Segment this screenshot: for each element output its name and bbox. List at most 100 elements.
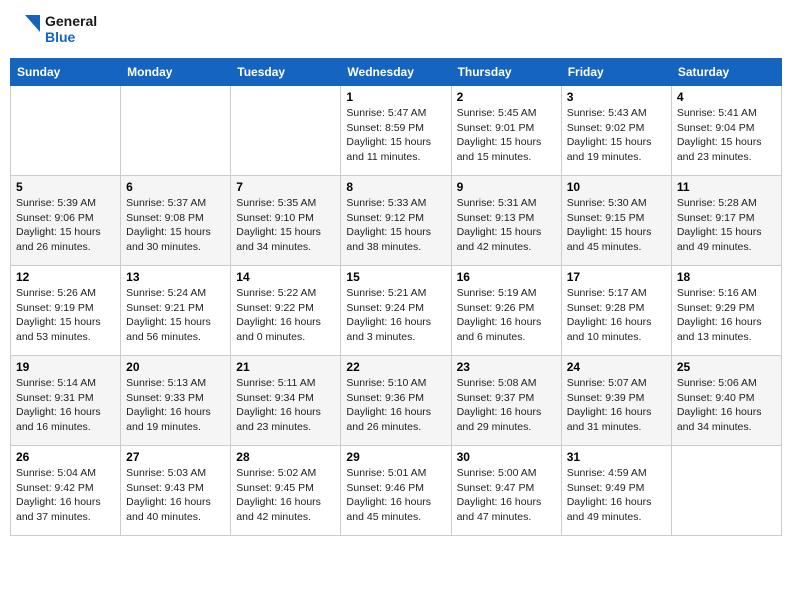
day-number: 7 bbox=[236, 180, 335, 194]
calendar-cell: 24Sunrise: 5:07 AM Sunset: 9:39 PM Dayli… bbox=[561, 356, 671, 446]
calendar-week-1: 1 Sunrise: 5:47 AM Sunset: 8:59 PM Daylig… bbox=[11, 86, 782, 176]
weekday-wednesday: Wednesday bbox=[341, 59, 451, 86]
day-number: 19 bbox=[16, 360, 115, 374]
calendar-cell: 4 Sunrise: 5:41 AM Sunset: 9:04 PM Daylig… bbox=[671, 86, 781, 176]
day-info: Sunrise: 5:28 AM Sunset: 9:17 PM Dayligh… bbox=[677, 196, 776, 255]
day-number: 18 bbox=[677, 270, 776, 284]
day-number: 4 bbox=[677, 90, 776, 104]
calendar-week-3: 12Sunrise: 5:26 AM Sunset: 9:19 PM Dayli… bbox=[11, 266, 782, 356]
calendar-cell: 21 Sunrise: 5:11 AM Sunset: 9:34 PM Dayli… bbox=[231, 356, 341, 446]
day-number: 15 bbox=[346, 270, 445, 284]
day-info: Sunrise: 5:17 AM Sunset: 9:28 PM Dayligh… bbox=[567, 286, 666, 345]
day-info: Sunrise: 5:11 AM Sunset: 9:34 PM Dayligh… bbox=[236, 376, 335, 435]
day-info: Sunrise: 5:37 AM Sunset: 9:08 PM Dayligh… bbox=[126, 196, 225, 255]
day-info: Sunrise: 5:10 AM Sunset: 9:36 PM Dayligh… bbox=[346, 376, 445, 435]
day-info: Sunrise: 5:39 AM Sunset: 9:06 PM Dayligh… bbox=[16, 196, 115, 255]
calendar-cell bbox=[231, 86, 341, 176]
calendar-cell: 18 Sunrise: 5:16 AM Sunset: 9:29 PM Dayli… bbox=[671, 266, 781, 356]
day-number: 2 bbox=[457, 90, 556, 104]
weekday-tuesday: Tuesday bbox=[231, 59, 341, 86]
calendar-cell: 16 Sunrise: 5:19 AM Sunset: 9:26 PM Dayli… bbox=[451, 266, 561, 356]
day-info: Sunrise: 5:35 AM Sunset: 9:10 PM Dayligh… bbox=[236, 196, 335, 255]
day-number: 29 bbox=[346, 450, 445, 464]
day-number: 31 bbox=[567, 450, 666, 464]
day-info: Sunrise: 5:24 AM Sunset: 9:21 PM Dayligh… bbox=[126, 286, 225, 345]
day-info: Sunrise: 5:02 AM Sunset: 9:45 PM Dayligh… bbox=[236, 466, 335, 525]
weekday-header-row: SundayMondayTuesdayWednesdayThursdayFrid… bbox=[11, 59, 782, 86]
day-info: Sunrise: 5:00 AM Sunset: 9:47 PM Dayligh… bbox=[457, 466, 556, 525]
day-number: 21 bbox=[236, 360, 335, 374]
day-info: Sunrise: 4:59 AM Sunset: 9:49 PM Dayligh… bbox=[567, 466, 666, 525]
calendar-cell bbox=[671, 446, 781, 536]
day-number: 16 bbox=[457, 270, 556, 284]
day-info: Sunrise: 5:16 AM Sunset: 9:29 PM Dayligh… bbox=[677, 286, 776, 345]
day-info: Sunrise: 5:19 AM Sunset: 9:26 PM Dayligh… bbox=[457, 286, 556, 345]
calendar-week-2: 5 Sunrise: 5:39 AM Sunset: 9:06 PM Daylig… bbox=[11, 176, 782, 266]
day-number: 25 bbox=[677, 360, 776, 374]
weekday-monday: Monday bbox=[121, 59, 231, 86]
calendar-cell: 25 Sunrise: 5:06 AM Sunset: 9:40 PM Dayli… bbox=[671, 356, 781, 446]
calendar-cell: 5 Sunrise: 5:39 AM Sunset: 9:06 PM Daylig… bbox=[11, 176, 121, 266]
day-info: Sunrise: 5:04 AM Sunset: 9:42 PM Dayligh… bbox=[16, 466, 115, 525]
calendar-cell: 10Sunrise: 5:30 AM Sunset: 9:15 PM Dayli… bbox=[561, 176, 671, 266]
day-info: Sunrise: 5:08 AM Sunset: 9:37 PM Dayligh… bbox=[457, 376, 556, 435]
calendar-cell: 2 Sunrise: 5:45 AM Sunset: 9:01 PM Daylig… bbox=[451, 86, 561, 176]
day-number: 1 bbox=[346, 90, 445, 104]
day-number: 14 bbox=[236, 270, 335, 284]
day-number: 3 bbox=[567, 90, 666, 104]
calendar-cell: 15 Sunrise: 5:21 AM Sunset: 9:24 PM Dayli… bbox=[341, 266, 451, 356]
day-info: Sunrise: 5:01 AM Sunset: 9:46 PM Dayligh… bbox=[346, 466, 445, 525]
svg-text:Blue: Blue bbox=[45, 29, 76, 45]
day-info: Sunrise: 5:22 AM Sunset: 9:22 PM Dayligh… bbox=[236, 286, 335, 345]
calendar-cell: 26 Sunrise: 5:04 AM Sunset: 9:42 PM Dayli… bbox=[11, 446, 121, 536]
calendar-cell: 23Sunrise: 5:08 AM Sunset: 9:37 PM Dayli… bbox=[451, 356, 561, 446]
calendar-cell: 13 Sunrise: 5:24 AM Sunset: 9:21 PM Dayli… bbox=[121, 266, 231, 356]
day-info: Sunrise: 5:06 AM Sunset: 9:40 PM Dayligh… bbox=[677, 376, 776, 435]
page-header: GeneralBlue bbox=[10, 10, 782, 48]
day-info: Sunrise: 5:26 AM Sunset: 9:19 PM Dayligh… bbox=[16, 286, 115, 345]
day-info: Sunrise: 5:47 AM Sunset: 8:59 PM Dayligh… bbox=[346, 106, 445, 165]
day-info: Sunrise: 5:33 AM Sunset: 9:12 PM Dayligh… bbox=[346, 196, 445, 255]
calendar-cell: 17 Sunrise: 5:17 AM Sunset: 9:28 PM Dayli… bbox=[561, 266, 671, 356]
day-info: Sunrise: 5:31 AM Sunset: 9:13 PM Dayligh… bbox=[457, 196, 556, 255]
calendar-cell: 14 Sunrise: 5:22 AM Sunset: 9:22 PM Dayli… bbox=[231, 266, 341, 356]
day-number: 30 bbox=[457, 450, 556, 464]
day-info: Sunrise: 5:07 AM Sunset: 9:39 PM Dayligh… bbox=[567, 376, 666, 435]
calendar-cell: 3 Sunrise: 5:43 AM Sunset: 9:02 PM Daylig… bbox=[561, 86, 671, 176]
day-number: 6 bbox=[126, 180, 225, 194]
calendar-cell: 29 Sunrise: 5:01 AM Sunset: 9:46 PM Dayli… bbox=[341, 446, 451, 536]
logo: GeneralBlue bbox=[15, 10, 105, 48]
day-info: Sunrise: 5:41 AM Sunset: 9:04 PM Dayligh… bbox=[677, 106, 776, 165]
day-number: 27 bbox=[126, 450, 225, 464]
day-number: 11 bbox=[677, 180, 776, 194]
calendar-cell bbox=[11, 86, 121, 176]
calendar-week-5: 26 Sunrise: 5:04 AM Sunset: 9:42 PM Dayli… bbox=[11, 446, 782, 536]
day-number: 20 bbox=[126, 360, 225, 374]
day-info: Sunrise: 5:45 AM Sunset: 9:01 PM Dayligh… bbox=[457, 106, 556, 165]
weekday-sunday: Sunday bbox=[11, 59, 121, 86]
calendar-cell: 9 Sunrise: 5:31 AM Sunset: 9:13 PM Daylig… bbox=[451, 176, 561, 266]
day-info: Sunrise: 5:14 AM Sunset: 9:31 PM Dayligh… bbox=[16, 376, 115, 435]
logo-svg: GeneralBlue bbox=[15, 10, 105, 48]
calendar-cell: 19 Sunrise: 5:14 AM Sunset: 9:31 PM Dayli… bbox=[11, 356, 121, 446]
day-info: Sunrise: 5:43 AM Sunset: 9:02 PM Dayligh… bbox=[567, 106, 666, 165]
weekday-thursday: Thursday bbox=[451, 59, 561, 86]
day-info: Sunrise: 5:03 AM Sunset: 9:43 PM Dayligh… bbox=[126, 466, 225, 525]
day-number: 17 bbox=[567, 270, 666, 284]
day-number: 5 bbox=[16, 180, 115, 194]
weekday-friday: Friday bbox=[561, 59, 671, 86]
calendar-cell: 6 Sunrise: 5:37 AM Sunset: 9:08 PM Daylig… bbox=[121, 176, 231, 266]
day-number: 22 bbox=[346, 360, 445, 374]
calendar-week-4: 19 Sunrise: 5:14 AM Sunset: 9:31 PM Dayli… bbox=[11, 356, 782, 446]
day-number: 13 bbox=[126, 270, 225, 284]
day-number: 10 bbox=[567, 180, 666, 194]
calendar-cell: 22 Sunrise: 5:10 AM Sunset: 9:36 PM Dayli… bbox=[341, 356, 451, 446]
day-number: 9 bbox=[457, 180, 556, 194]
calendar-table: SundayMondayTuesdayWednesdayThursdayFrid… bbox=[10, 58, 782, 536]
calendar-cell: 31 Sunrise: 4:59 AM Sunset: 9:49 PM Dayli… bbox=[561, 446, 671, 536]
calendar-cell bbox=[121, 86, 231, 176]
day-number: 26 bbox=[16, 450, 115, 464]
day-info: Sunrise: 5:21 AM Sunset: 9:24 PM Dayligh… bbox=[346, 286, 445, 345]
calendar-cell: 27 Sunrise: 5:03 AM Sunset: 9:43 PM Dayli… bbox=[121, 446, 231, 536]
calendar-cell: 8Sunrise: 5:33 AM Sunset: 9:12 PM Daylig… bbox=[341, 176, 451, 266]
